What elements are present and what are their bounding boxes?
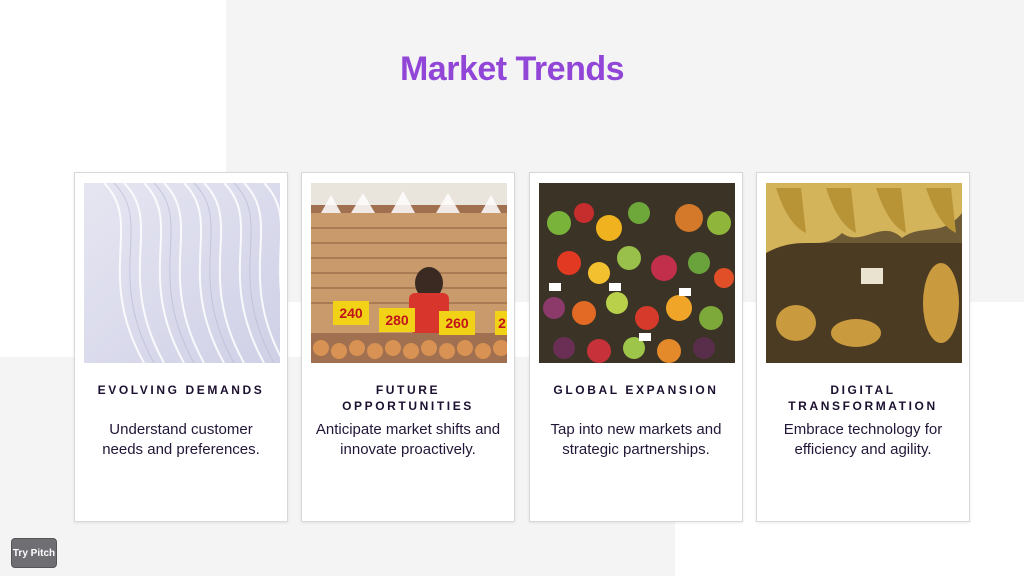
card-body: Anticipate market shifts and innovate pr… (315, 421, 501, 458)
card-heading: EVOLVING DEMANDS (97, 383, 265, 397)
card-body: Understand customer needs and preference… (102, 421, 260, 458)
card-global-expansion: GLOBAL EXPANSION Tap into new markets an… (529, 172, 743, 522)
price-sign-260: 260 (445, 315, 469, 331)
try-pitch-button[interactable]: Try Pitch (11, 538, 57, 568)
abstract-waves-graphic (84, 183, 280, 363)
price-sign-280: 280 (385, 312, 409, 328)
card-body: Tap into new markets and strategic partn… (550, 421, 722, 458)
card-future-opportunities: 240 280 260 2 FUTURE OPPORTUNITIES Antic… (301, 172, 515, 522)
card-heading: GLOBAL EXPANSION (553, 383, 719, 397)
price-sign-240: 240 (339, 305, 363, 321)
produce-market-graphic (539, 183, 735, 363)
card-heading: DIGITAL TRANSFORMATION (788, 383, 938, 413)
egg-market-graphic: 240 280 260 2 (311, 183, 507, 363)
banana-market-image (766, 183, 962, 363)
card-heading: FUTURE OPPORTUNITIES (342, 383, 474, 413)
slide-title: Market Trends (399, 50, 625, 88)
abstract-waves-image (84, 183, 280, 363)
card-body: Embrace technology for efficiency and ag… (783, 421, 943, 458)
card-evolving-demands: EVOLVING DEMANDS Understand customer nee… (74, 172, 288, 522)
egg-market-image: 240 280 260 2 (311, 183, 507, 363)
price-sign-partial: 2 (498, 315, 506, 331)
banana-market-graphic (766, 183, 962, 363)
produce-market-image (539, 183, 735, 363)
card-digital-transformation: DIGITAL TRANSFORMATION Embrace technolog… (756, 172, 970, 522)
